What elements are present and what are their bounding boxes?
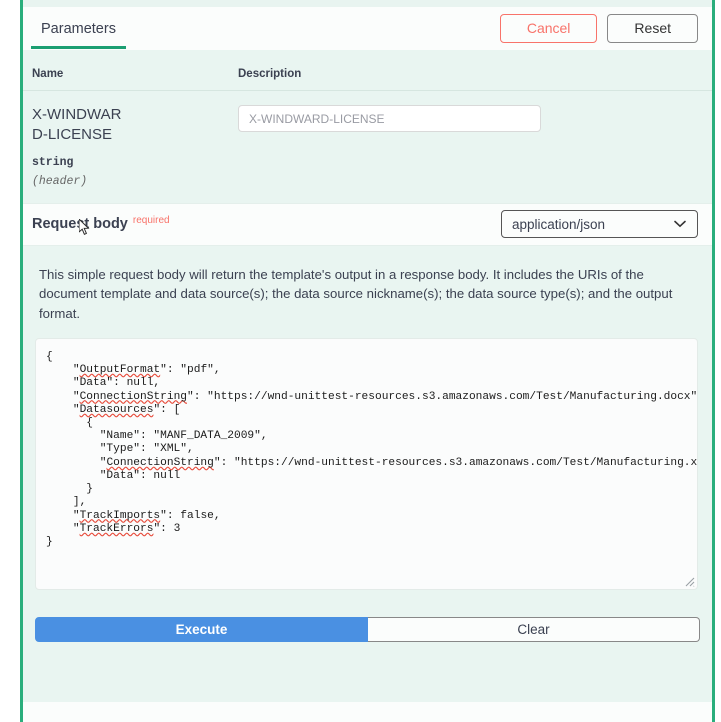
parameter-description-cell	[132, 91, 712, 189]
action-buttons-row: Execute Clear	[23, 589, 712, 662]
request-body-section: This simple request body will return the…	[23, 245, 712, 590]
tab-parameters-label: Parameters	[41, 20, 116, 37]
swagger-operation-panel: Parameters Cancel Reset Name Description	[20, 0, 715, 722]
request-body-title: Request body	[32, 216, 128, 232]
content-type-select-wrap: application/json	[501, 210, 698, 238]
resize-handle-icon[interactable]	[683, 575, 695, 587]
request-body-editor[interactable]: { "OutputFormat": "pdf", "Data": null, "…	[35, 337, 698, 590]
parameter-name: X-WINDWARD-LICENSE	[32, 106, 122, 144]
parameters-section: Name Description X-WINDWARD-LICENSE stri…	[23, 50, 712, 235]
column-header-description: Description	[132, 50, 712, 91]
bottom-filler	[23, 661, 712, 702]
top-strip	[23, 0, 712, 7]
tab-parameters[interactable]: Parameters	[31, 7, 126, 50]
parameter-type: string	[32, 155, 74, 169]
request-body-description: This simple request body will return the…	[39, 266, 673, 322]
operation-header: Parameters Cancel Reset	[23, 7, 712, 50]
reset-button[interactable]: Reset	[607, 13, 698, 44]
column-header-name: Name	[23, 50, 132, 91]
parameters-header-row: Name Description	[23, 50, 712, 91]
parameters-table: Name Description X-WINDWARD-LICENSE stri…	[23, 50, 712, 189]
execute-button[interactable]: Execute	[35, 616, 368, 642]
request-body-json[interactable]: { "OutputFormat": "pdf", "Data": null, "…	[36, 339, 697, 559]
clear-button[interactable]: Clear	[368, 616, 700, 642]
parameter-location: (header)	[32, 174, 88, 188]
content-type-select[interactable]: application/json	[501, 210, 698, 238]
parameter-name-cell: X-WINDWARD-LICENSE string (header)	[23, 91, 132, 189]
x-windward-license-input[interactable]	[238, 105, 541, 132]
table-row: X-WINDWARD-LICENSE string (header)	[23, 91, 712, 189]
required-badge: required	[132, 214, 170, 226]
cancel-button[interactable]: Cancel	[499, 13, 598, 44]
request-body-header: Request body required application/json	[23, 202, 712, 246]
